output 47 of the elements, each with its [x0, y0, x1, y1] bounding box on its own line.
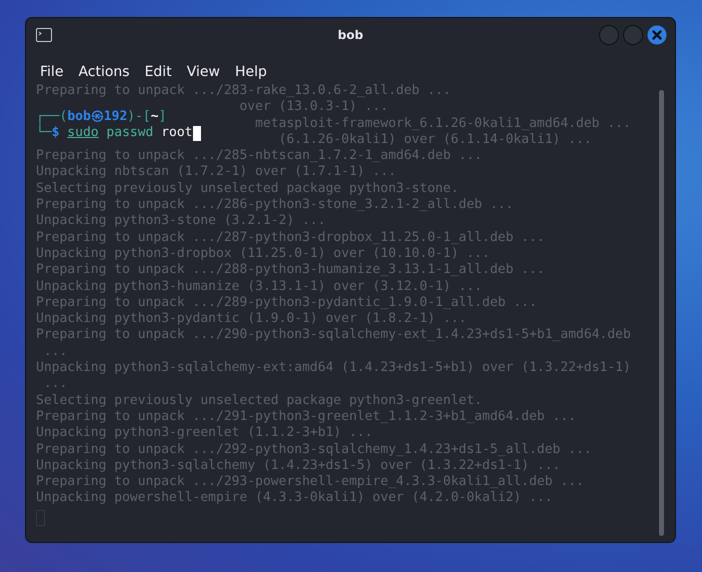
background-output-line: Selecting previously unselected package python3-greenlet. [36, 392, 482, 409]
background-output-line: Unpacking python3-sqlalchemy-ext:amd64 (1.4.23+ds1-5+b1) over (1.3.22+ds1-1) [36, 360, 631, 376]
prompt-symbol: $ [52, 125, 60, 142]
command-text: root [161, 125, 193, 142]
scrollbar[interactable] [659, 90, 664, 536]
background-output-line: Unpacking python3-sqlalchemy (1.4.23+ds1-5) over (1.3.22+ds1-1) ... [36, 458, 560, 474]
menu-item[interactable]: Actions [78, 64, 130, 80]
background-output-line: Unpacking python3-stone (3.2.1-2) ... [36, 213, 326, 230]
background-output-line: Preparing to unpack .../285-nbtscan_1.7.2-1_amd64.deb ... [36, 148, 482, 164]
menu-item[interactable]: Help [234, 64, 267, 80]
menu-item[interactable]: View [186, 64, 220, 80]
background-output-line: Unpacking python3-greenlet (1.1.2-3+b1) ... [36, 425, 373, 442]
command-text: passwd [106, 125, 154, 142]
prompt-frame: └─ [36, 125, 52, 142]
background-output-line: Preparing to unpack .../292-python3-sqlalchemy_1.4.23+ds1-5_all.deb ... [36, 442, 592, 458]
background-output-line: Unpacking python3-dropbox (11.25.0-1) over (10.10.0-1) ... [36, 246, 490, 262]
close-icon[interactable] [647, 24, 667, 44]
background-output-line: Selecting previously unselected package python3-stone. [36, 180, 459, 198]
background-output-line: metasploit-framework_6.1.26-0kali1_amd64.deb ... [255, 116, 631, 132]
prompt-frame: ┌──( [36, 109, 68, 126]
background-output-line: Preparing to unpack .../293-powershell-empire_4.3.3-0kali1_all.deb ... [36, 474, 584, 490]
background-output-line: Preparing to unpack .../287-python3-dropbox_11.25.0-1_all.deb ... [36, 230, 545, 246]
window-title: bob [338, 28, 364, 42]
prompt-path: ~ [150, 109, 159, 126]
background-output-line: Unpacking powershell-empire (4.3.3-0kali1) over (4.2.0-0kali2) ... [36, 490, 553, 507]
background-output-line: Preparing to unpack .../289-python3-pydantic_1.9.0-1_all.deb ... [36, 294, 537, 312]
background-output-line: Preparing to unpack .../291-python3-greenlet_1.1.2-3+b1_amd64.deb ... [36, 408, 576, 426]
background-output-line: Preparing to unpack .../286-python3-stone_3.2.1-2_all.deb ... [36, 197, 514, 214]
background-output-line: ... [42, 376, 68, 393]
prompt-frame: ] [158, 109, 166, 126]
background-output-line: Unpacking python3-pydantic (1.9.0-1) over (1.8.2-1) ... [36, 311, 466, 328]
text-cursor [192, 126, 201, 141]
background-output-line: ... [42, 344, 68, 360]
background-output-line: Preparing to unpack .../288-python3-humanize_3.13.1-1_all.deb ... [36, 262, 545, 279]
prompt-user: bob㉿192 [67, 109, 128, 126]
background-output-line: Preparing to unpack .../283-rake_13.0.6-2_all.deb ... [36, 83, 451, 100]
menu-item[interactable]: Edit [144, 64, 172, 80]
background-output-line: Unpacking python3-humanize (3.13.1-1) over (3.12.0-1) ... [36, 278, 482, 295]
command-text: sudo [67, 125, 99, 142]
background-output-line: (6.1.26-0kali1) over (6.1.14-0kali1) ... [278, 132, 592, 148]
menu-item[interactable]: File [40, 64, 64, 80]
background-output-line: Preparing to unpack .../290-python3-sqlalchemy-ext_1.4.23+ds1-5+b1_amd64.deb [36, 327, 631, 344]
minimize-button[interactable] [599, 24, 619, 44]
background-output-line: Unpacking nbtscan (1.7.2-1) over (1.7.1-1) ... [36, 164, 396, 181]
background-output-line: over (13.0.3-1) ... [239, 99, 388, 116]
terminal-icon[interactable] [36, 28, 52, 42]
prompt-frame: )-[ [127, 109, 151, 126]
